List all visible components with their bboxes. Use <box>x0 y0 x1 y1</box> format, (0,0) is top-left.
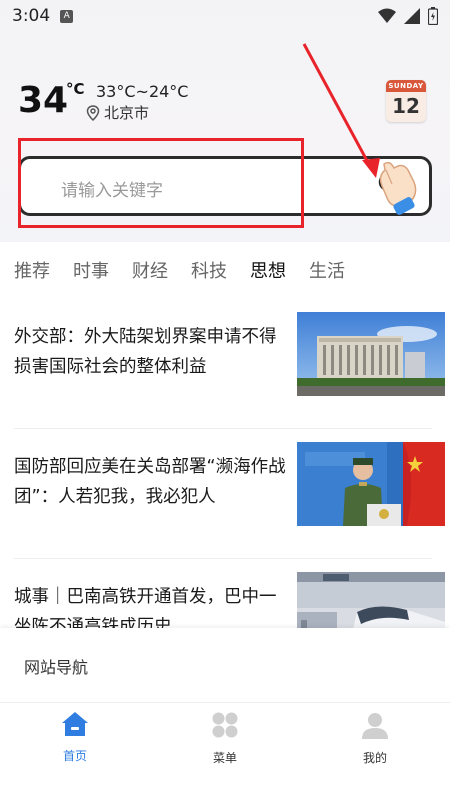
home-icon <box>62 712 88 736</box>
calendar-weekday: SUNDAY <box>386 80 426 92</box>
nav-home-label: 首页 <box>62 749 87 763</box>
bottom-navigation: 首页 菜单 我的 <box>0 702 450 800</box>
temperature: 34 <box>18 80 69 121</box>
temperature-range: 33°C~24°C <box>96 82 189 101</box>
status-bar: 3:04 A <box>0 0 450 32</box>
tab-life[interactable]: 生活 <box>309 254 345 290</box>
status-time: 3:04 <box>12 6 51 26</box>
tab-thought[interactable]: 思想 <box>250 254 286 290</box>
nav-profile[interactable]: 我的 <box>335 711 415 766</box>
calendar-icon[interactable]: SUNDAY 12 <box>386 80 426 122</box>
news-item[interactable]: 国防部回应美在关岛部署“濒海作战团”：人若犯我，我必犯人 <box>14 442 445 530</box>
news-thumbnail <box>297 312 445 396</box>
location-pin-icon <box>86 104 100 121</box>
signal-icon <box>404 8 420 24</box>
wifi-icon <box>378 8 396 23</box>
site-navigation-label: 网站导航 <box>24 658 89 677</box>
notification-icon: A <box>60 9 74 23</box>
tab-technology[interactable]: 科技 <box>191 254 227 290</box>
calendar-day: 12 <box>392 94 420 118</box>
nav-menu[interactable]: 菜单 <box>185 711 265 766</box>
news-title: 外交部：外大陆架划界案申请不得损害国际社会的整体利益 <box>14 327 277 377</box>
nav-menu-label: 菜单 <box>212 751 237 765</box>
divider <box>14 428 432 429</box>
news-item[interactable]: 外交部：外大陆架划界案申请不得损害国际社会的整体利益 <box>14 312 445 400</box>
search-placeholder: 请输入关键字 <box>61 181 163 201</box>
city-label: 北京市 <box>104 104 150 122</box>
location[interactable]: 北京市 <box>86 102 149 123</box>
divider <box>14 558 432 559</box>
nav-profile-label: 我的 <box>362 751 387 765</box>
tab-finance[interactable]: 财经 <box>132 254 168 290</box>
search-icon[interactable] <box>377 171 403 197</box>
nav-home[interactable]: 首页 <box>35 711 115 764</box>
tab-recommend[interactable]: 推荐 <box>14 254 50 290</box>
search-input[interactable]: 请输入关键字 <box>18 156 432 216</box>
user-icon <box>362 713 388 739</box>
site-navigation[interactable]: 网站导航 <box>0 628 450 702</box>
status-icons <box>378 7 438 25</box>
news-thumbnail <box>297 442 445 526</box>
battery-icon <box>428 7 438 25</box>
temperature-unit: °C <box>66 80 85 98</box>
tab-current-affairs[interactable]: 时事 <box>73 254 109 290</box>
category-tabs: 推荐 时事 财经 科技 思想 生活 <box>0 254 450 290</box>
menu-icon <box>212 712 238 738</box>
news-title: 国防部回应美在关岛部署“濒海作战团”：人若犯我，我必犯人 <box>14 457 286 507</box>
